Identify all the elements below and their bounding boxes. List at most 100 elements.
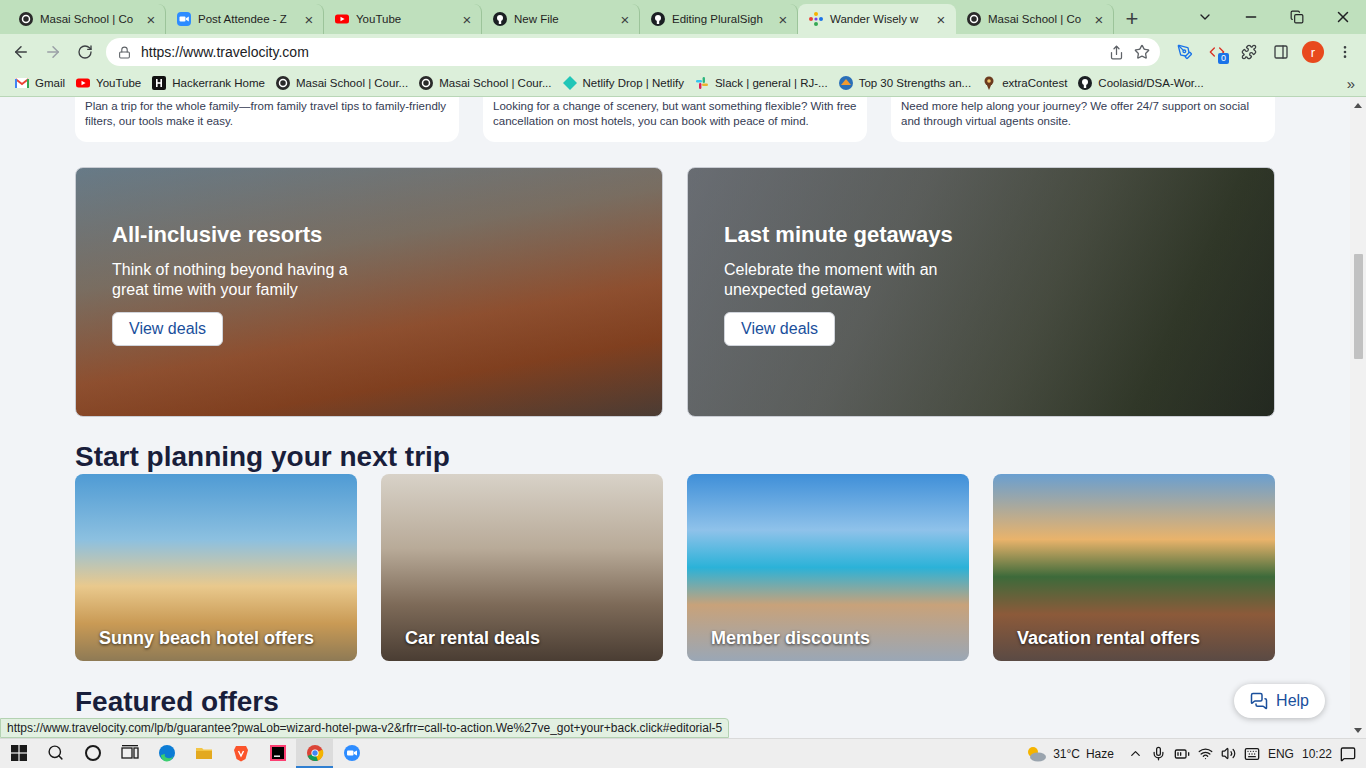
bookmark[interactable]: extraContest <box>977 71 1071 95</box>
tab-close-button[interactable]: × <box>143 11 159 27</box>
page-content: Plan a trip for the whole family—from fa… <box>75 97 1275 719</box>
close-button[interactable] <box>1320 0 1366 34</box>
restore-button[interactable] <box>1274 0 1320 34</box>
screen: Masai School | Co×Post Attendee - Z×YouT… <box>0 0 1366 768</box>
browser-tab[interactable]: YouTube × <box>324 4 482 34</box>
bookmark[interactable]: Top 30 Strengths an... <box>834 71 976 95</box>
notification-icon[interactable] <box>1340 746 1356 762</box>
taskbar-app[interactable] <box>185 739 222 768</box>
bookmark[interactable]: Masai School | Cour... <box>414 71 555 95</box>
bookmark[interactable]: YouTube <box>71 71 145 95</box>
bookmark-label: Top 30 Strengths an... <box>859 77 972 89</box>
volume-icon[interactable] <box>1221 746 1236 761</box>
start-button[interactable] <box>0 739 37 768</box>
reload-button[interactable] <box>70 37 100 67</box>
back-button[interactable] <box>6 37 36 67</box>
planning-card[interactable]: Member discounts <box>687 474 969 661</box>
browser-tab[interactable]: New File× <box>482 4 640 34</box>
browser-tab[interactable]: Wander Wisely w× <box>798 4 956 34</box>
web-page: Plan a trip for the whole family—from fa… <box>0 97 1366 738</box>
planning-card[interactable]: Sunny beach hotel offers <box>75 474 357 661</box>
bookmark[interactable]: Hackerrank Home <box>147 71 269 95</box>
bookmark[interactable]: Masai School | Cour... <box>271 71 412 95</box>
travelocity-icon <box>808 11 824 27</box>
gmail-icon <box>14 75 30 91</box>
taskbar-app[interactable] <box>333 739 370 768</box>
minimize-button[interactable] <box>1228 0 1274 34</box>
extensions-button[interactable] <box>1234 37 1264 67</box>
microphone-icon[interactable] <box>1151 746 1166 761</box>
task-view-button[interactable] <box>111 739 148 768</box>
bookmark-label: Coolasid/DSA-Wor... <box>1098 77 1203 89</box>
bookmark[interactable]: Gmail <box>10 71 69 95</box>
bookmark[interactable]: Slack | general | RJ-... <box>690 71 832 95</box>
bookmark-label: Masai School | Cour... <box>296 77 408 89</box>
browser-tab[interactable]: Editing PluralSigh× <box>640 4 798 34</box>
extension-button[interactable]: 0 <box>1202 37 1232 67</box>
star-icon[interactable] <box>1134 44 1150 60</box>
address-bar[interactable]: https://www.travelocity.com <box>106 38 1160 66</box>
menu-button[interactable] <box>1330 37 1360 67</box>
help-label: Help <box>1276 692 1309 710</box>
search-button[interactable] <box>37 739 74 768</box>
tab-label: YouTube <box>356 13 453 25</box>
page-viewport: Plan a trip for the whole family—from fa… <box>0 97 1350 738</box>
arrow-right-icon <box>44 43 62 61</box>
info-card: Looking for a change of scenery, but wan… <box>483 97 867 142</box>
masai-icon <box>418 75 434 91</box>
keyboard-icon[interactable] <box>1244 746 1260 762</box>
new-tab-button[interactable]: + <box>1118 4 1146 34</box>
browser-tab[interactable]: Masai School | Co× <box>956 4 1114 34</box>
tab-close-button[interactable]: × <box>775 11 791 27</box>
tab-close-button[interactable]: × <box>459 11 475 27</box>
tab-search-button[interactable] <box>1182 0 1228 34</box>
chevron-up-icon[interactable] <box>1128 746 1143 761</box>
scroll-up-button[interactable] <box>1354 97 1362 113</box>
edge-icon <box>157 743 177 763</box>
taskbar-app[interactable] <box>222 739 259 768</box>
forward-button[interactable] <box>38 37 68 67</box>
taskbar-app[interactable] <box>259 739 296 768</box>
side-panel-button[interactable] <box>1266 37 1296 67</box>
planning-card[interactable]: Vacation rental offers <box>993 474 1275 661</box>
hero-card[interactable]: Last minute getawaysCelebrate the moment… <box>687 167 1275 417</box>
scrollbar[interactable] <box>1350 97 1366 738</box>
strengths-icon <box>838 75 854 91</box>
planning-card[interactable]: Car rental deals <box>381 474 663 661</box>
hero-card[interactable]: All-inclusive resortsThink of nothing be… <box>75 167 663 417</box>
reload-icon <box>77 44 93 60</box>
battery-icon[interactable] <box>1174 746 1190 762</box>
clock[interactable]: 10:22 <box>1302 747 1332 761</box>
extension-button[interactable] <box>1170 37 1200 67</box>
profile-avatar: r <box>1302 41 1324 63</box>
masai-icon <box>275 75 291 91</box>
tab-close-button[interactable]: × <box>933 11 949 27</box>
scroll-track[interactable] <box>1350 113 1366 722</box>
bookmarks-more-button[interactable]: » <box>1340 75 1362 92</box>
cortana-button[interactable] <box>74 739 111 768</box>
lock-icon <box>118 46 131 59</box>
browser-tab[interactable]: Post Attendee - Z× <box>166 4 324 34</box>
scroll-down-button[interactable] <box>1354 722 1362 738</box>
wifi-icon[interactable] <box>1198 746 1213 761</box>
share-icon[interactable] <box>1109 45 1124 60</box>
github-icon <box>650 11 666 27</box>
taskbar-app[interactable] <box>148 739 185 768</box>
netlify-icon <box>562 75 578 91</box>
weather-widget[interactable]: 31°CHaze <box>1025 745 1114 763</box>
tab-close-button[interactable]: × <box>301 11 317 27</box>
view-deals-button[interactable]: View deals <box>112 312 223 346</box>
planning-card-label: Member discounts <box>711 628 870 649</box>
language-indicator[interactable]: ENG <box>1268 747 1294 761</box>
tab-close-button[interactable]: × <box>1091 11 1107 27</box>
bookmarks-bar: GmailYouTubeHackerrank Home Masai School … <box>0 70 1366 97</box>
view-deals-button[interactable]: View deals <box>724 312 835 346</box>
taskbar-app[interactable] <box>296 739 333 768</box>
bookmark[interactable]: Coolasid/DSA-Wor... <box>1073 71 1207 95</box>
tab-close-button[interactable]: × <box>617 11 633 27</box>
scroll-thumb[interactable] <box>1354 254 1363 359</box>
profile-button[interactable]: r <box>1298 37 1328 67</box>
bookmark[interactable]: Netlify Drop | Netlify <box>558 71 688 95</box>
help-button[interactable]: Help <box>1234 684 1325 718</box>
browser-tab[interactable]: Masai School | Co× <box>8 4 166 34</box>
